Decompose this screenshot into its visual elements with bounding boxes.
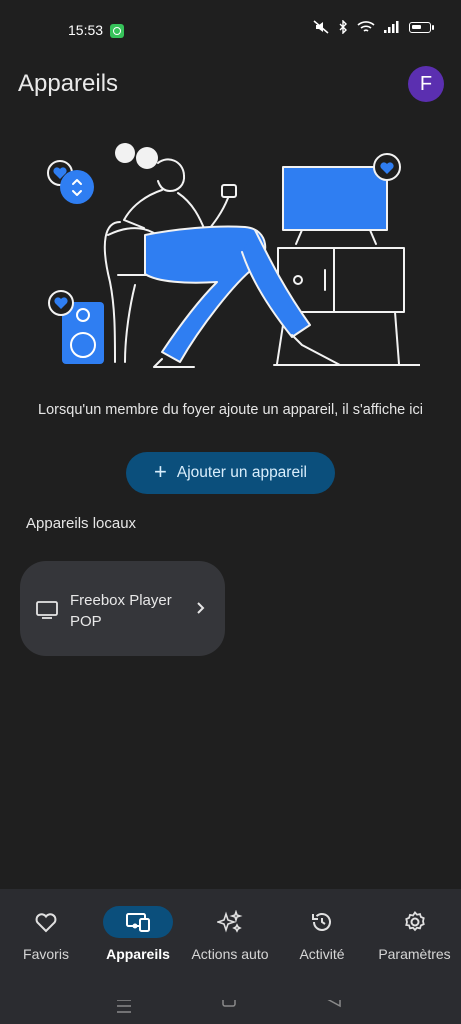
- add-device-button[interactable]: + Ajouter un appareil: [126, 452, 335, 494]
- status-bar: 15:53: [0, 0, 461, 60]
- device-name: Freebox Player POP: [70, 592, 172, 630]
- device-card-freebox[interactable]: Freebox Player POP: [20, 561, 225, 656]
- local-devices-heading: Appareils locaux: [26, 515, 137, 532]
- gear-icon: [380, 906, 450, 938]
- devices-icon: [103, 906, 173, 938]
- home-icon[interactable]: [222, 1000, 236, 1007]
- status-time: 15:53: [68, 22, 104, 38]
- heart-icon: [11, 906, 81, 938]
- nav-label: Appareils: [106, 946, 170, 962]
- nav-appareils[interactable]: Appareils: [92, 889, 184, 979]
- empty-state-message: Lorsqu'un membre du foyer ajoute un appa…: [38, 402, 423, 418]
- recent-apps-icon[interactable]: [117, 1000, 131, 1013]
- nav-label: Paramètres: [378, 946, 451, 962]
- wifi-icon: [357, 21, 375, 32]
- nav-parametres[interactable]: Paramètres: [368, 889, 461, 979]
- nav-actions-auto[interactable]: Actions auto: [184, 889, 276, 979]
- chevron-right-icon: [197, 602, 205, 614]
- tv-icon: [36, 601, 58, 619]
- add-device-label: Ajouter un appareil: [176, 464, 307, 481]
- battery-icon: [409, 21, 434, 33]
- nav-activite[interactable]: Activité: [276, 889, 368, 979]
- nav-favoris[interactable]: Favoris: [0, 889, 92, 979]
- system-icons: [313, 20, 434, 34]
- mute-icon: [313, 20, 329, 34]
- bluetooth-icon: [339, 20, 347, 34]
- page-title: Appareils: [18, 70, 119, 97]
- sparkle-icon: [195, 906, 265, 938]
- signal-icon: [384, 21, 399, 33]
- system-navigation-bar: [117, 1000, 341, 1013]
- nav-label: Activité: [299, 946, 345, 962]
- account-avatar[interactable]: F: [408, 66, 444, 102]
- whatsapp-notification-icon: [110, 24, 124, 38]
- plus-icon: +: [154, 459, 167, 484]
- nav-label: Favoris: [23, 946, 69, 962]
- empty-state-illustration: [47, 143, 420, 368]
- back-icon[interactable]: [327, 1000, 341, 1008]
- history-icon: [287, 906, 357, 938]
- nav-label: Actions auto: [191, 946, 269, 962]
